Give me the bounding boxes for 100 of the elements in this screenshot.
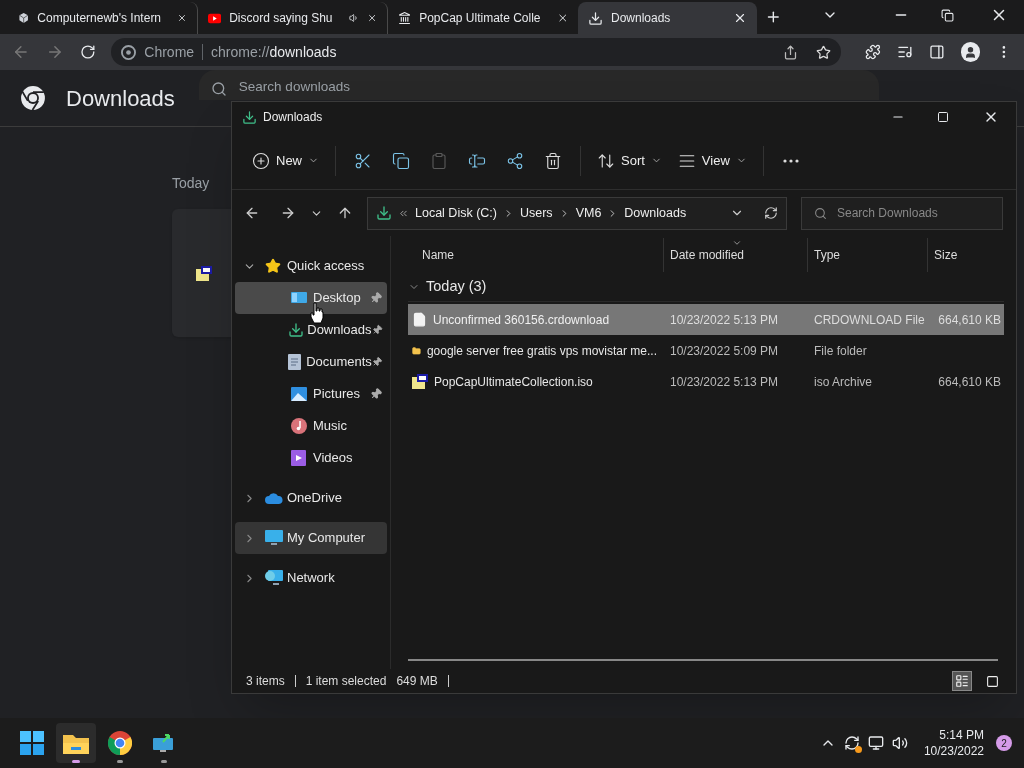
file-name: Unconfirmed 360156.crdownload [433, 311, 610, 329]
selection-size: 649 MB [396, 673, 438, 690]
share-icon[interactable] [783, 44, 799, 60]
breadcrumb[interactable]: Downloads [624, 203, 687, 223]
cut-icon [354, 151, 372, 170]
details-icon [955, 674, 969, 688]
nav-label: My Computer [287, 529, 367, 548]
nav-item[interactable]: Pictures [235, 378, 387, 410]
document-icon [287, 354, 301, 370]
breadcrumb[interactable]: VM6 [575, 203, 602, 223]
column-header[interactable]: Size [927, 238, 1003, 272]
sort-button[interactable]: Sort [589, 143, 670, 178]
file-name: google server free gratis vps movistar me... [426, 342, 657, 360]
nav-item[interactable]: Quick access [235, 250, 387, 282]
file-type: iso Archive [814, 374, 873, 389]
nav-item[interactable]: Network [235, 562, 387, 594]
nav-label: Documents [306, 353, 372, 372]
nav-label: OneDrive [287, 489, 343, 508]
tab-title: PopCap Ultimate Colle [419, 10, 541, 27]
nav-item[interactable]: Videos [235, 442, 387, 474]
file-type: CRDOWNLOAD File [814, 312, 925, 327]
file-row[interactable]: Unconfirmed 360156.crdownload 10/23/2022 5:13 PM CRDOWNLOAD File 664,610 KB [408, 304, 1004, 335]
nav-label: Music [313, 417, 348, 436]
file-row[interactable]: google server free gratis vps movistar me... 10/23/2022 5:09 PM File folder [408, 335, 1004, 366]
chrome-icon [121, 44, 137, 60]
forward-icon[interactable] [280, 205, 296, 221]
download-icon [588, 10, 603, 26]
bookmark-icon[interactable] [816, 44, 832, 60]
close-icon[interactable] [556, 11, 568, 25]
chrome-logo-icon [20, 85, 46, 111]
breadcrumb[interactable]: Local Disk (C:) [415, 203, 497, 223]
download-icon [288, 322, 305, 338]
browser-tab[interactable]: PopCap Ultimate Colle [388, 2, 578, 34]
explorer-taskbar-button[interactable] [56, 723, 96, 763]
search-field[interactable]: Search downloads [198, 70, 879, 100]
nav-item[interactable]: OneDrive [235, 482, 387, 514]
folder-icon [63, 732, 89, 754]
maximize-icon[interactable] [937, 111, 949, 123]
clock[interactable]: 5:14 PM 10/23/2022 [923, 727, 984, 759]
nav-label: Downloads [307, 321, 372, 340]
browser-tab[interactable]: Downloads [578, 2, 758, 34]
new-button[interactable]: New [244, 143, 327, 178]
computer-icon [265, 530, 283, 546]
file-row[interactable]: PopCapUltimateCollection.iso 10/23/2022 5:13 PM iso Archive 664,610 KB [408, 366, 1004, 397]
windows-icon [20, 731, 44, 755]
date-heading: Today [172, 175, 210, 191]
window-title: Downloads [263, 109, 323, 126]
nav-item[interactable]: Desktop [235, 282, 387, 314]
play-icon [208, 11, 222, 25]
horizontal-scrollbar[interactable] [408, 659, 998, 661]
address-bar[interactable]: Chrome chrome://downloads [111, 38, 842, 66]
speaker-icon[interactable] [348, 11, 359, 25]
date-modified: 10/23/2022 5:13 PM [670, 374, 779, 389]
notification-badge[interactable]: 2 [996, 735, 1012, 751]
page-title: Downloads [66, 84, 175, 113]
share-icon [506, 151, 524, 170]
nav-label: Videos [313, 449, 354, 468]
desktop-icon [291, 291, 307, 305]
back-icon[interactable] [244, 205, 260, 221]
up-icon[interactable] [337, 205, 353, 221]
pictures-icon [291, 387, 307, 401]
date-modified: 10/23/2022 5:13 PM [670, 312, 779, 327]
more-icon [782, 158, 799, 163]
media-icon[interactable] [896, 44, 913, 60]
download-icon [242, 109, 257, 125]
nav-label: Network [287, 569, 336, 588]
address-bar[interactable]: Local Disk (C:) Users VM6 Downloads [367, 196, 787, 230]
monitor-arrow-icon [153, 733, 175, 753]
nav-label: Pictures [313, 385, 361, 404]
reload-icon[interactable] [79, 44, 96, 60]
volume-icon[interactable] [891, 735, 908, 751]
video-icon [291, 450, 306, 466]
view-button[interactable]: View [669, 143, 755, 178]
nav-item[interactable]: Downloads [235, 314, 387, 346]
cloud-icon [265, 492, 283, 504]
profile-avatar[interactable] [960, 42, 981, 62]
disc-image-icon [412, 374, 428, 389]
refresh-icon[interactable] [764, 206, 778, 220]
details-view-button[interactable] [952, 671, 972, 691]
network-icon[interactable] [867, 735, 884, 751]
disc-image-icon [196, 265, 212, 281]
search-icon [814, 206, 827, 220]
file-size: 664,610 KB [938, 374, 1001, 389]
search-field[interactable]: Search Downloads [801, 196, 1003, 230]
restore-icon[interactable] [941, 8, 954, 22]
delete-icon [544, 151, 562, 170]
music-icon [291, 418, 307, 434]
network-icon [265, 570, 283, 586]
sync-icon[interactable] [843, 735, 860, 751]
column-header[interactable]: Type [807, 238, 927, 272]
nav-item[interactable]: Documents [235, 346, 387, 378]
chrome-icon [108, 731, 132, 755]
nav-item[interactable]: My Computer [235, 522, 387, 554]
extensions-icon[interactable] [865, 44, 881, 60]
item-count: 3 items [246, 673, 285, 690]
breadcrumb[interactable]: Users [519, 203, 553, 223]
column-header[interactable]: Name [408, 238, 663, 272]
side-panel-icon[interactable] [928, 44, 945, 60]
column-header[interactable]: Date modified [663, 238, 807, 272]
nav-item[interactable]: Music [235, 410, 387, 442]
